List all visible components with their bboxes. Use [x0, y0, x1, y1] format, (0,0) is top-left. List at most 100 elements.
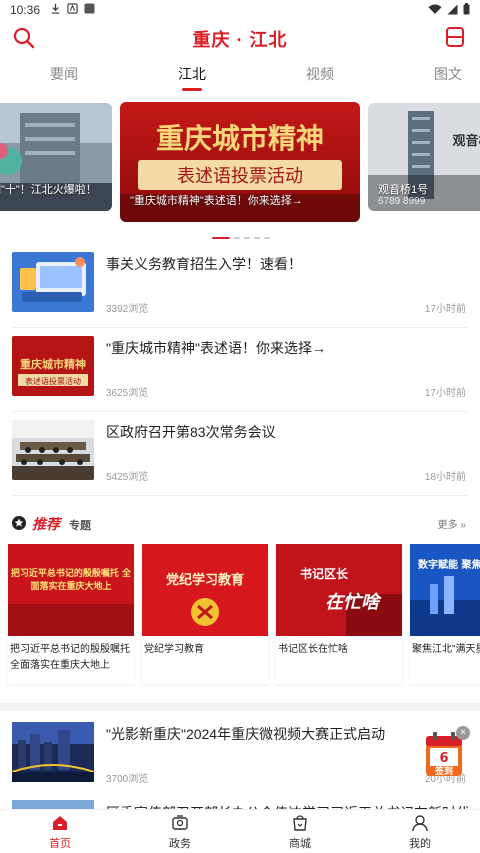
- app-notification-icon: [84, 3, 95, 14]
- news-time: 17小时前: [424, 388, 466, 399]
- tab-photo[interactable]: 图文: [418, 64, 478, 84]
- notification-icon: [67, 3, 78, 14]
- download-icon: [51, 3, 60, 14]
- carousel-slide-right[interactable]: 观音桥 观音桥1号 6789 8999: [368, 103, 480, 211]
- nav-label: 首页: [49, 838, 71, 850]
- tab-yaowen[interactable]: 要闻: [34, 64, 94, 84]
- topic-card-label: 把习近平总书记的殷殷嘱托全面落实在重庆大地上: [10, 644, 130, 671]
- star-badge-icon: [12, 516, 26, 530]
- carousel-slide-center[interactable]: 重庆城市精神 表述语投票活动 "重庆城市精神"表述语！你来选择→: [120, 102, 360, 222]
- tab-video[interactable]: 视频: [290, 64, 350, 84]
- status-bar: 10:36: [0, 0, 480, 20]
- wifi-icon: [428, 4, 442, 14]
- poster-line2: 表述语投票活动: [25, 376, 81, 386]
- topic-card-image-text: 把习近平总书记的殷殷嘱托 全面落实在重庆大地上: [10, 569, 132, 592]
- app-header: 重庆 · 江北: [0, 20, 480, 54]
- education-illustration: [12, 252, 94, 312]
- carousel-dot-active: [212, 237, 230, 239]
- tab-label: 要闻: [50, 66, 78, 82]
- signin-badge[interactable]: 6 签到 ×: [424, 726, 470, 778]
- section-divider: [0, 703, 480, 711]
- news-views: 3392浏览: [106, 304, 149, 315]
- signin-day: 6: [439, 751, 448, 766]
- building-ad-text: 观音桥: [452, 133, 480, 149]
- close-icon[interactable]: ×: [456, 726, 470, 740]
- page-title: 重庆 · 江北: [192, 30, 288, 50]
- city-spirit-poster: 重庆城市精神 表述语投票活动: [12, 336, 94, 396]
- battery-icon: [463, 3, 470, 15]
- government-icon: [172, 815, 188, 830]
- banner-carousel[interactable]: 制"十"！江北火爆啦！ 重庆城市精神 表述语投票活动 "重庆城市精神"表述语！你…: [0, 90, 480, 230]
- topic-card-image-text1: 书记区长: [300, 566, 349, 581]
- topic-card-label: 党纪学习教育: [144, 644, 204, 655]
- nav-label: 我的: [409, 838, 431, 850]
- news-views: 5425浏览: [106, 472, 149, 483]
- nav-label: 政务: [169, 838, 191, 850]
- news-item[interactable]: 区政府召开第83次常务会议 5425浏览 18小时前: [12, 412, 468, 496]
- carousel-dot: [264, 237, 270, 239]
- bottom-navigation: 首页 政务 商城 我的: [0, 809, 480, 853]
- digital-jiangbei-banner: 数字赋能 聚焦江北: [410, 544, 480, 636]
- home-icon: [53, 816, 67, 830]
- topic-card[interactable]: 把习近平总书记的殷殷嘱托 全面落实在重庆大地上 把习近平总书记的殷殷嘱托全面落实…: [8, 544, 134, 684]
- news-views: 3700浏览: [106, 774, 149, 785]
- night-city-photo: [12, 722, 94, 782]
- topic-card-image: 党纪学习教育: [142, 544, 268, 636]
- topic-card-image-text2: 在忙啥: [325, 592, 382, 613]
- recommend-header: 推荐 专题 更多 »: [12, 508, 468, 536]
- news-thumbnail: 重庆城市精神 表述语投票活动: [12, 336, 94, 396]
- topic-card[interactable]: 数字赋能 聚焦江北 聚焦江北"满天星: [410, 544, 480, 684]
- slide-caption: 制"十"！江北火爆啦！: [0, 184, 97, 196]
- carousel-slide-left[interactable]: 制"十"！江北火爆啦！: [0, 103, 112, 211]
- banner-line1: 重庆城市精神: [156, 122, 324, 155]
- topic-card-image: 把习近平总书记的殷殷嘱托 全面落实在重庆大地上: [8, 544, 134, 636]
- status-icons-right: [428, 3, 470, 15]
- nav-profile[interactable]: 我的: [380, 813, 460, 851]
- topic-card-label: 书记区长在忙啥: [278, 644, 348, 655]
- recommend-more-link[interactable]: 更多 »: [438, 516, 466, 531]
- news-time: 17小时前: [424, 304, 466, 315]
- topic-card[interactable]: 党纪学习教育 党纪学习教育: [142, 544, 268, 684]
- carousel-indicator: [0, 236, 480, 242]
- slide-caption: 观音桥1号: [378, 184, 429, 196]
- slide-caption-sub: 6789 8999: [378, 196, 426, 207]
- carousel-dot: [254, 237, 260, 239]
- signin-label: 签到: [434, 765, 453, 777]
- tab-label: 图文: [434, 66, 462, 82]
- topic-card-image-text: 数字赋能 聚焦江北: [418, 558, 480, 571]
- nav-shop[interactable]: 商城: [260, 813, 340, 851]
- topic-card-image-text: 党纪学习教育: [166, 572, 244, 588]
- nav-home[interactable]: 首页: [20, 813, 100, 851]
- nav-government[interactable]: 政务: [140, 813, 220, 851]
- news-thumbnail: [12, 252, 94, 312]
- news-item[interactable]: "光影新重庆"2024年重庆微视频大赛正式启动 3700浏览 20小时前: [12, 716, 468, 790]
- topic-card-image: 书记区长 在忙啥: [276, 544, 402, 636]
- carousel-dot: [234, 237, 240, 239]
- topic-strip[interactable]: 把习近平总书记的殷殷嘱托 全面落实在重庆大地上 把习近平总书记的殷殷嘱托全面落实…: [0, 544, 480, 694]
- shop-icon: [293, 815, 307, 831]
- news-headline: "重庆城市精神"表述语！你来选择→: [106, 340, 326, 356]
- news-headline: "光影新重庆"2024年重庆微视频大赛正式启动: [106, 726, 386, 742]
- poster-line1: 重庆城市精神: [20, 357, 86, 371]
- channel-menu-icon[interactable]: [444, 26, 466, 48]
- news-thumbnail: [12, 420, 94, 480]
- profile-icon: [412, 815, 428, 832]
- channel-tabs: 要闻 江北 视频 图文: [0, 56, 480, 91]
- tab-label: 视频: [306, 66, 334, 82]
- tab-label: 江北: [178, 66, 206, 82]
- news-item[interactable]: 事关义务教育招生入学！速看！ 3392浏览 17小时前: [12, 244, 468, 328]
- party-banner: 把习近平总书记的殷殷嘱托 全面落实在重庆大地上: [8, 544, 134, 636]
- topic-card-label: 聚焦江北"满天星: [412, 644, 480, 655]
- tab-jiangbei[interactable]: 江北: [162, 64, 222, 91]
- topic-card[interactable]: 书记区长 在忙啥 书记区长在忙啥: [276, 544, 402, 684]
- news-headline: 事关义务教育招生入学！速看！: [106, 256, 302, 272]
- meeting-photo: [12, 420, 94, 480]
- recommend-subtitle: 专题: [69, 520, 91, 532]
- banner-line2: 表述语投票活动: [177, 166, 303, 187]
- status-icons-left: [50, 3, 95, 14]
- news-item[interactable]: 重庆城市精神 表述语投票活动 "重庆城市精神"表述语！你来选择→ 3625浏览 …: [12, 328, 468, 412]
- recommend-title: 推荐: [32, 516, 60, 532]
- news-views: 3625浏览: [106, 388, 149, 399]
- signal-icon: [447, 4, 458, 14]
- discipline-banner: 党纪学习教育: [142, 544, 268, 636]
